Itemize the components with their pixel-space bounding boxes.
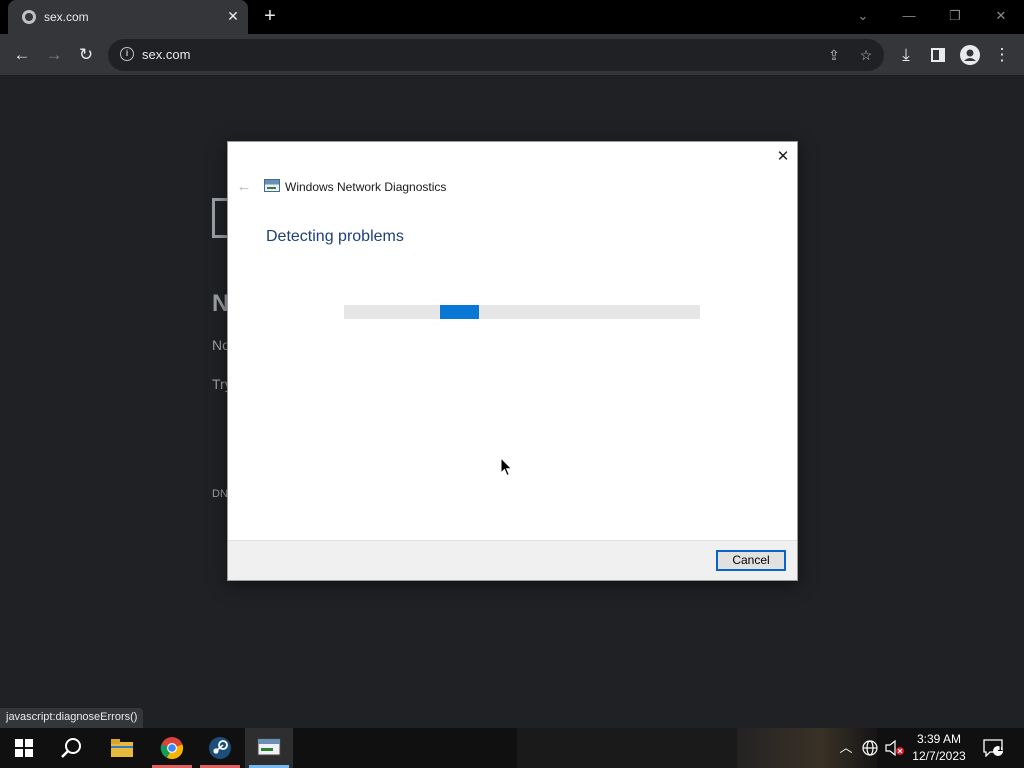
chrome-icon	[160, 737, 184, 760]
clock-time[interactable]: 3:39 AM	[906, 732, 972, 746]
start-button[interactable]	[0, 728, 48, 768]
error-code: DN	[212, 488, 228, 500]
progress-bar	[344, 305, 700, 319]
dialog-footer: Cancel	[228, 540, 797, 580]
notification-count: 1	[997, 743, 1003, 754]
mouse-cursor-icon	[500, 457, 513, 477]
browser-toolbar: ← → ↻ i sex.com ⇪ ☆ ⤓ ⋮	[0, 34, 1024, 76]
dialog-heading: Detecting problems	[266, 228, 404, 245]
show-hidden-icons-chevron-icon[interactable]: ︿	[838, 738, 854, 758]
network-diagnostics-taskbar-button[interactable]	[245, 728, 293, 768]
taskbar-empty-area	[517, 728, 737, 768]
volume-muted-icon[interactable]	[884, 738, 906, 758]
menu-kebab-icon[interactable]: ⋮	[989, 42, 1015, 68]
windows-logo-icon	[15, 739, 33, 757]
chrome-button[interactable]	[148, 728, 196, 768]
progress-indicator	[440, 305, 479, 319]
dialog-title: Windows Network Diagnostics	[285, 180, 447, 194]
back-icon[interactable]: ←	[9, 42, 35, 68]
back-arrow-icon[interactable]: ←	[234, 178, 254, 196]
notification-center-button[interactable]: 1	[980, 738, 1006, 758]
cancel-button[interactable]: Cancel	[716, 550, 786, 571]
network-diagnostics-icon	[264, 179, 280, 192]
taskbar-empty-area	[737, 728, 877, 768]
restore-icon[interactable]: ❐	[935, 4, 975, 28]
search-icon	[61, 738, 81, 758]
tab-title: sex.com	[44, 10, 89, 24]
browser-tab[interactable]: sex.com ✕	[8, 0, 248, 34]
search-button[interactable]	[48, 728, 96, 768]
forward-icon[interactable]: →	[41, 42, 67, 68]
info-icon[interactable]: i	[120, 47, 134, 61]
steam-icon	[209, 737, 231, 759]
taskbar: ︿ 3:39 AM 12/7/2023 1	[0, 728, 1024, 768]
close-tab-icon[interactable]: ✕	[224, 6, 242, 26]
address-bar[interactable]: i sex.com ⇪ ☆	[108, 39, 884, 71]
globe-icon	[22, 10, 36, 24]
minimize-icon[interactable]: —	[889, 4, 929, 28]
file-explorer-button[interactable]	[98, 728, 146, 768]
steam-button[interactable]	[196, 728, 244, 768]
network-diagnostics-icon	[257, 738, 281, 756]
clock-date[interactable]: 12/7/2023	[906, 749, 972, 763]
share-icon[interactable]: ⇪	[822, 43, 846, 67]
side-panel-icon[interactable]	[925, 42, 951, 68]
network-globe-icon[interactable]	[860, 738, 880, 758]
close-icon[interactable]: ✕	[772, 148, 794, 166]
profile-icon[interactable]	[957, 42, 983, 68]
new-tab-icon[interactable]: +	[258, 4, 282, 28]
tab-strip: sex.com ✕ + ⌄ — ❐ ✕	[0, 0, 1024, 34]
network-diagnostics-dialog: ✕ ← Windows Network Diagnostics Detectin…	[227, 141, 798, 581]
folder-icon	[111, 739, 133, 757]
bookmark-star-icon[interactable]: ☆	[854, 43, 878, 67]
tab-search-icon[interactable]: ⌄	[843, 4, 883, 28]
reload-icon[interactable]: ↻	[73, 42, 99, 68]
close-window-icon[interactable]: ✕	[981, 4, 1021, 28]
link-status-bar: javascript:diagnoseErrors()	[0, 708, 144, 728]
url-text[interactable]: sex.com	[142, 47, 190, 62]
download-icon[interactable]: ⤓	[893, 42, 919, 68]
